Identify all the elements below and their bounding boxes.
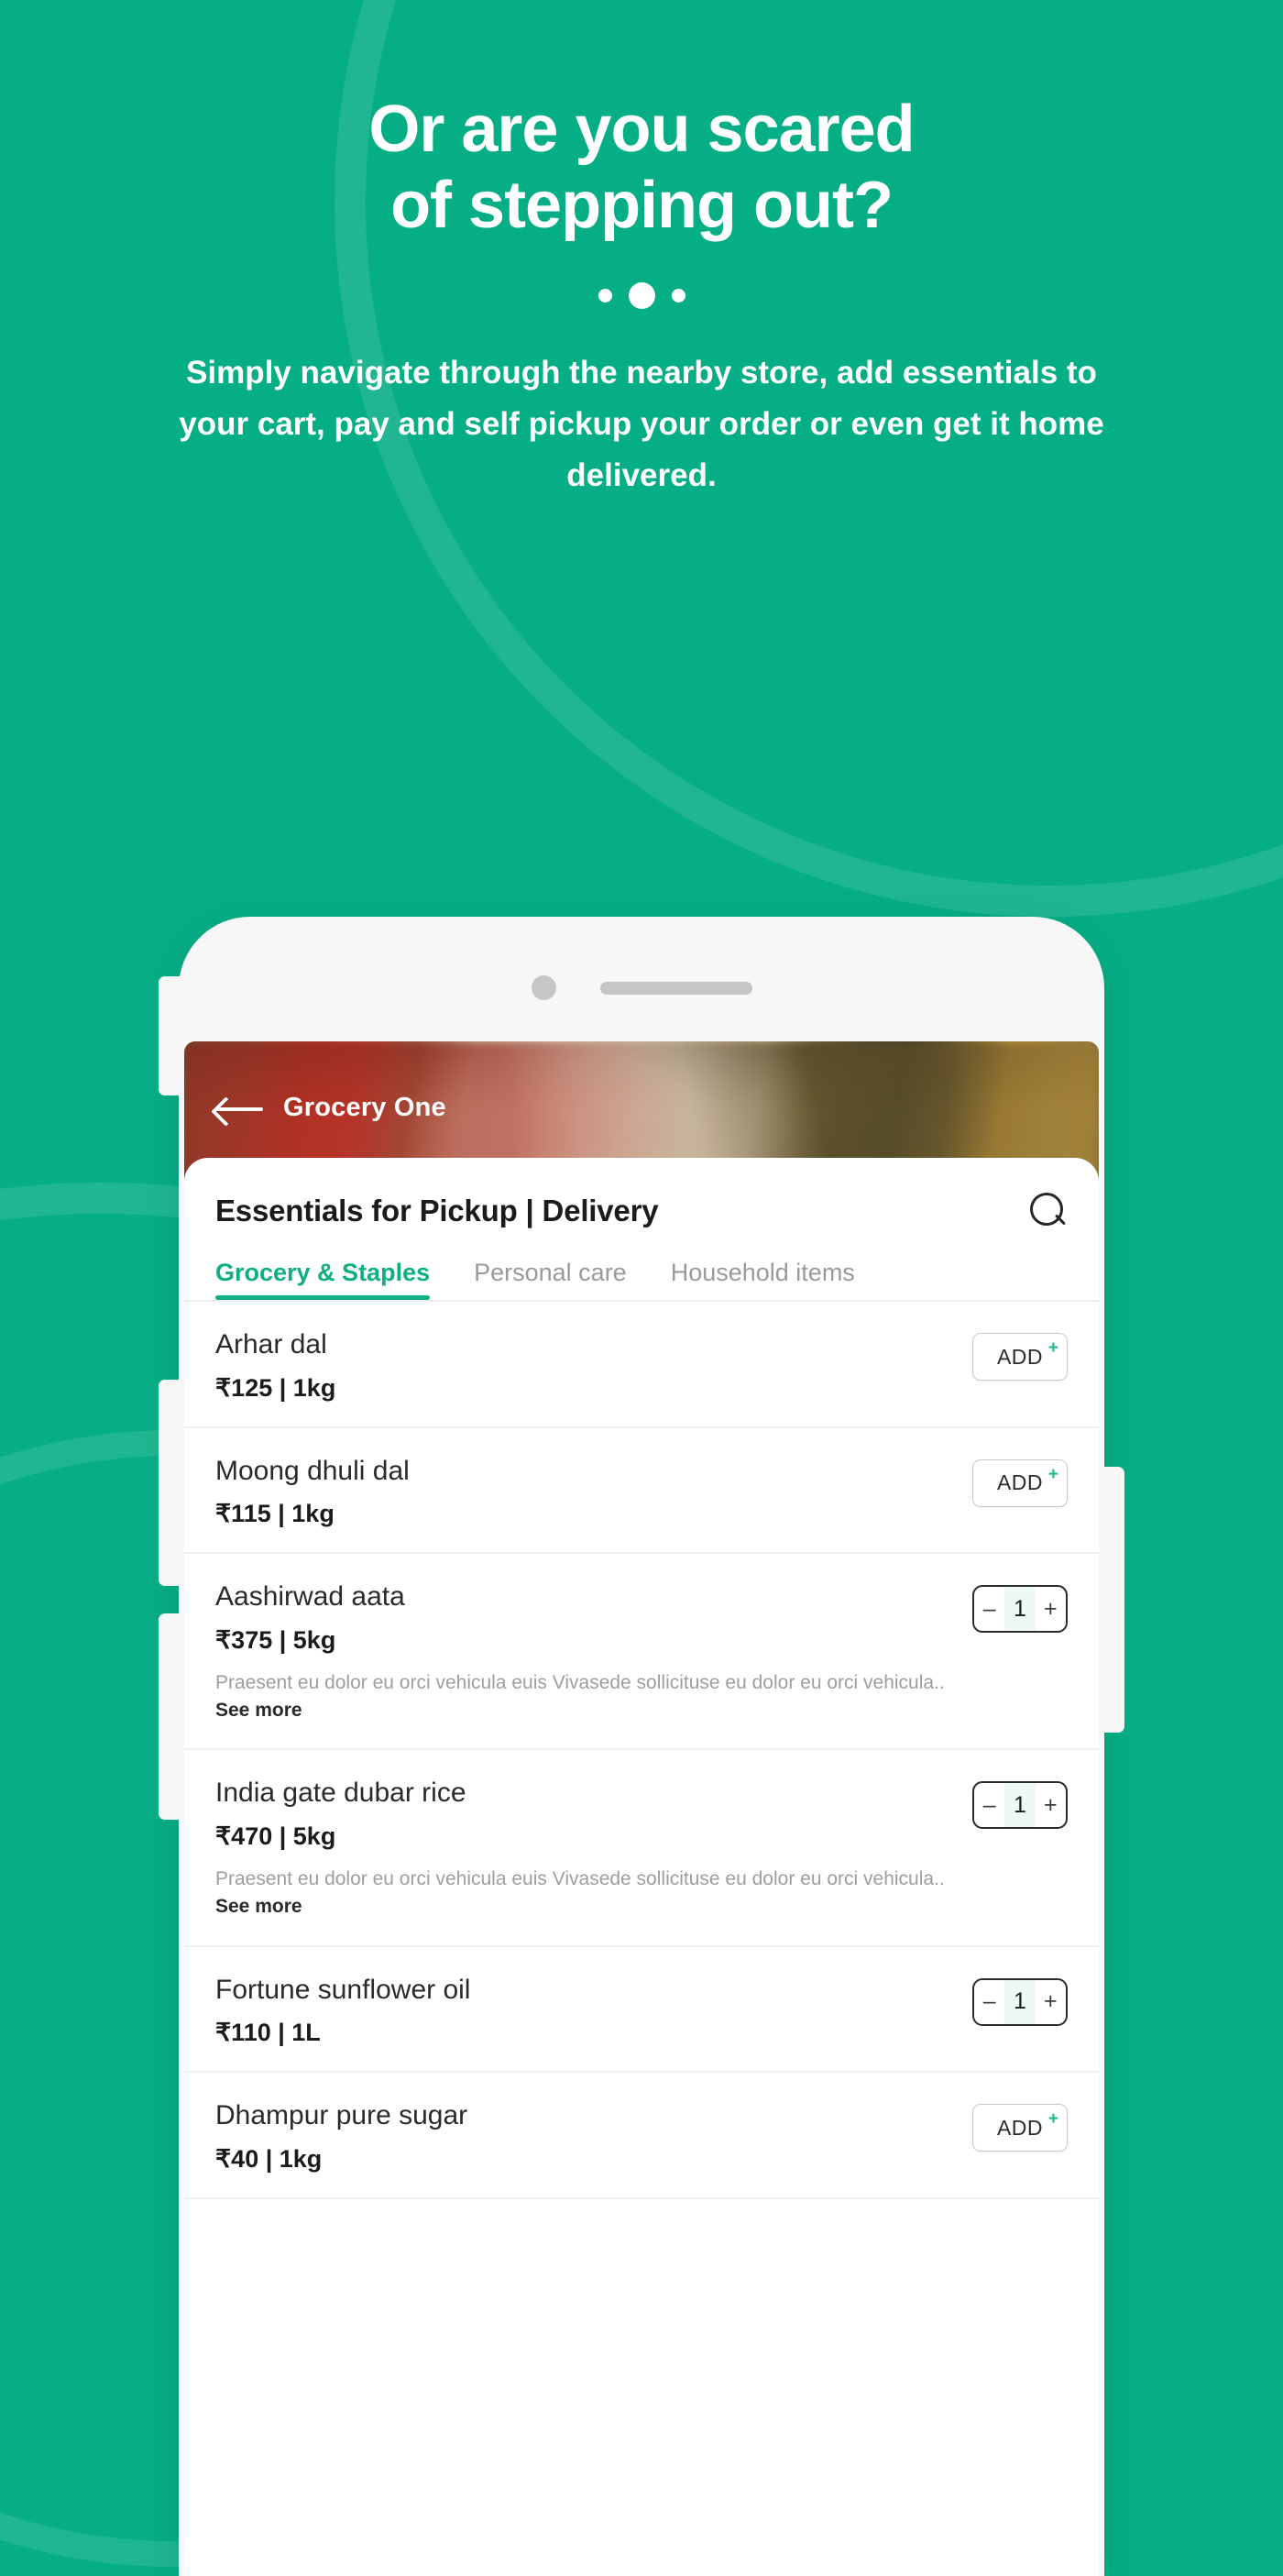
product-price: ₹40 | 1kg	[215, 2144, 323, 2173]
product-info: Moong dhuli dal ₹115 | 1kg	[215, 1454, 956, 1529]
sheet-header: Essentials for Pickup | Delivery	[184, 1158, 1099, 1231]
product-info: Dhampur pure sugar ₹40 | 1kg	[215, 2098, 956, 2174]
headline-line-2: of stepping out?	[390, 168, 894, 242]
product-name: Fortune sunflower oil	[215, 1974, 471, 2005]
phone-mockup-wrapper: Grocery One Essentials for Pickup | Deli…	[0, 917, 1283, 2576]
content-sheet: Essentials for Pickup | Delivery Grocery…	[184, 1158, 1099, 2576]
phone-notch	[179, 975, 1104, 1000]
category-tabs[interactable]: Grocery & Staples Personal care Househol…	[184, 1259, 1099, 1300]
quantity-value: 1	[1004, 1587, 1036, 1631]
product-name: Aashirwad aata	[215, 1581, 405, 1612]
store-name-label: Grocery One	[283, 1093, 446, 1122]
back-arrow-icon[interactable]	[215, 1096, 263, 1120]
product-description-text: Praesent eu dolor eu orci vehicula euis …	[215, 1867, 945, 1889]
product-info: Fortune sunflower oil ₹110 | 1L	[215, 1973, 956, 2048]
product-description-text: Praesent eu dolor eu orci vehicula euis …	[215, 1671, 945, 1693]
table-row[interactable]: India gate dubar rice ₹470 | 5kg Praesen…	[184, 1750, 1099, 1947]
add-button-label: ADD	[996, 2115, 1044, 2140]
sheet-title: Essentials for Pickup | Delivery	[215, 1194, 659, 1227]
decrement-button[interactable]: –	[974, 1587, 1004, 1631]
quantity-value: 1	[1004, 1783, 1036, 1828]
plus-icon: +	[1047, 1464, 1058, 1484]
product-info: Arhar dal ₹125 | 1kg	[215, 1327, 956, 1403]
increment-button[interactable]: +	[1036, 1587, 1066, 1631]
phone-side-button-volume-up[interactable]	[159, 1380, 182, 1586]
product-name: India gate dubar rice	[215, 1778, 466, 1809]
add-button-label: ADD	[996, 1470, 1044, 1494]
add-button[interactable]: ADD +	[972, 1459, 1068, 1507]
hero-section: Or are you scared of stepping out? Simpl…	[0, 92, 1283, 501]
product-info: Aashirwad aata ₹375 | 5kg Praesent eu do…	[215, 1580, 956, 1724]
plus-icon: +	[1047, 1338, 1058, 1358]
phone-screen: Grocery One Essentials for Pickup | Deli…	[184, 1041, 1099, 2576]
tab-household-items[interactable]: Household items	[671, 1259, 855, 1300]
decrement-button[interactable]: –	[974, 1980, 1004, 2024]
quantity-stepper[interactable]: – 1 +	[972, 1977, 1068, 2026]
add-button[interactable]: ADD +	[972, 1333, 1068, 1381]
product-name: Moong dhuli dal	[215, 1455, 410, 1486]
table-row[interactable]: Aashirwad aata ₹375 | 5kg Praesent eu do…	[184, 1554, 1099, 1751]
product-description: Praesent eu dolor eu orci vehicula euis …	[215, 1669, 956, 1725]
product-description: Praesent eu dolor eu orci vehicula euis …	[215, 1866, 956, 1921]
product-info: India gate dubar rice ₹470 | 5kg Praesen…	[215, 1776, 956, 1921]
tab-grocery-and-staples[interactable]: Grocery & Staples	[215, 1259, 431, 1300]
page-title: Or are you scared of stepping out?	[0, 92, 1283, 244]
table-row[interactable]: Moong dhuli dal ₹115 | 1kg ADD +	[184, 1428, 1099, 1554]
phone-side-button-volume-down[interactable]	[159, 1613, 182, 1820]
add-button[interactable]: ADD +	[972, 2104, 1068, 2152]
tab-personal-care[interactable]: Personal care	[474, 1259, 627, 1300]
store-banner-bar: Grocery One	[215, 1093, 446, 1123]
product-price: ₹110 | 1L	[215, 2019, 321, 2047]
quantity-stepper[interactable]: – 1 +	[972, 1781, 1068, 1830]
speaker-grill-icon	[599, 981, 752, 995]
table-row[interactable]: Arhar dal ₹125 | 1kg ADD +	[184, 1302, 1099, 1428]
increment-button[interactable]: +	[1036, 1980, 1066, 2024]
headline-line-1: Or are you scared	[368, 93, 915, 166]
product-name: Arhar dal	[215, 1329, 327, 1360]
hero-body-text: Simply navigate through the nearby store…	[179, 354, 1104, 493]
plus-icon: +	[1047, 2109, 1058, 2130]
camera-icon	[531, 975, 556, 1000]
add-button-label: ADD	[996, 1344, 1044, 1369]
product-price: ₹115 | 1kg	[215, 1500, 334, 1527]
see-more-link[interactable]: See more	[215, 1896, 302, 1917]
quantity-stepper[interactable]: – 1 +	[972, 1585, 1068, 1633]
search-icon[interactable]	[1027, 1191, 1068, 1231]
increment-button[interactable]: +	[1036, 1783, 1066, 1827]
carousel-pagination[interactable]	[0, 281, 1283, 309]
product-price: ₹375 | 5kg	[215, 1625, 336, 1654]
pagination-dot-1[interactable]	[598, 288, 612, 303]
table-row[interactable]: Fortune sunflower oil ₹110 | 1L – 1 +	[184, 1947, 1099, 2074]
phone-mockup: Grocery One Essentials for Pickup | Deli…	[159, 917, 1124, 2576]
pagination-dot-2-active[interactable]	[628, 281, 655, 309]
product-list: Arhar dal ₹125 | 1kg ADD + Moong dhuli d…	[184, 1302, 1099, 2199]
product-price: ₹470 | 5kg	[215, 1822, 336, 1850]
pagination-dot-3[interactable]	[671, 288, 685, 303]
product-price: ₹125 | 1kg	[215, 1373, 336, 1402]
decrement-button[interactable]: –	[974, 1783, 1004, 1827]
quantity-value: 1	[1004, 1979, 1036, 2024]
phone-side-button-power[interactable]	[1101, 1467, 1124, 1733]
table-row[interactable]: Dhampur pure sugar ₹40 | 1kg ADD +	[184, 2073, 1099, 2199]
product-name: Dhampur pure sugar	[215, 2100, 468, 2131]
see-more-link[interactable]: See more	[215, 1700, 302, 1721]
